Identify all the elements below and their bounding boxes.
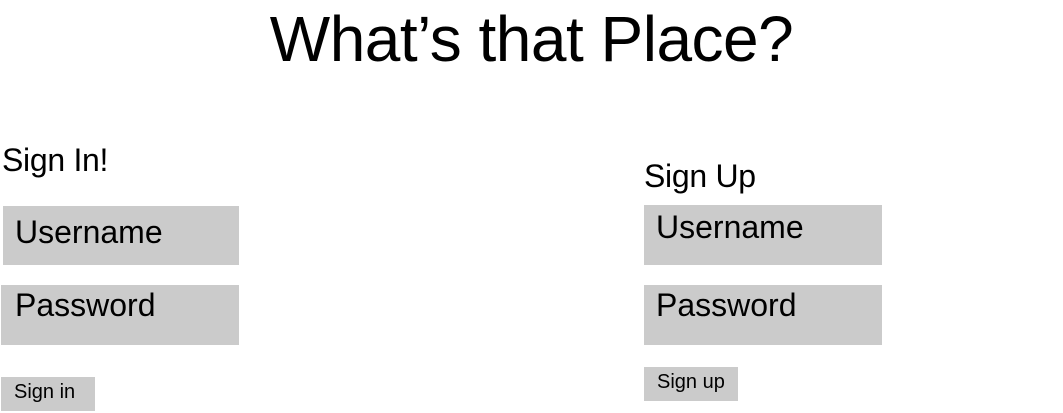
sign-in-heading: Sign In! bbox=[2, 142, 109, 178]
sign-in-button[interactable]: Sign in bbox=[1, 377, 95, 411]
sign-in-username-field[interactable]: Username bbox=[3, 206, 239, 265]
page-title: What’s that Place? bbox=[269, 3, 794, 75]
sign-up-password-field[interactable]: Password bbox=[644, 285, 882, 345]
sign-in-password-placeholder: Password bbox=[15, 287, 156, 323]
sign-up-button[interactable]: Sign up bbox=[644, 367, 738, 401]
sign-in-password-field[interactable]: Password bbox=[1, 285, 239, 345]
sign-up-heading: Sign Up bbox=[644, 158, 756, 194]
sign-up-username-field[interactable]: Username bbox=[644, 205, 882, 265]
sign-up-username-placeholder: Username bbox=[656, 209, 804, 245]
sign-in-username-placeholder: Username bbox=[15, 214, 163, 250]
sign-up-password-placeholder: Password bbox=[656, 287, 797, 323]
